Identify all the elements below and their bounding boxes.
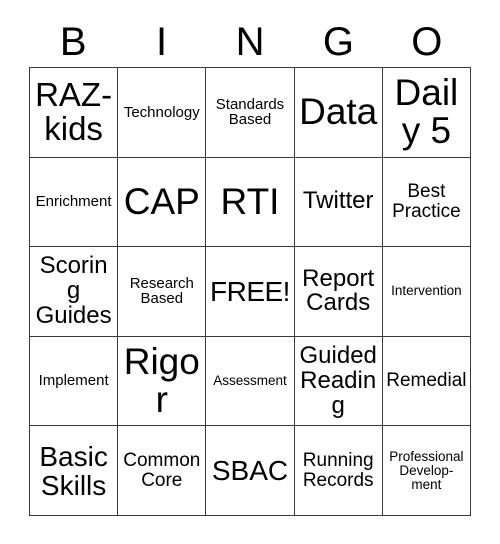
bingo-cell-label: Best Practice [392,181,461,222]
bingo-cell-label: Scoring Guides [35,252,112,329]
bingo-cell-b2[interactable]: Enrichment [30,157,119,248]
bingo-cell-b3[interactable]: Scoring Guides [30,247,119,337]
bingo-cell-i5[interactable]: Common Core [118,426,207,516]
bingo-cell-o3[interactable]: Intervention [382,247,471,337]
bingo-cell-b1[interactable]: RAZ-kids [30,68,119,158]
bingo-cell-i4[interactable]: Rigor [118,336,207,427]
bingo-cell-label: Basic Skills [39,440,108,501]
bingo-cell-label: Technology [123,103,200,121]
bingo-cell-n1[interactable]: Standards Based [206,68,295,158]
bingo-cell-i2[interactable]: CAP [118,157,207,248]
bingo-cell-g2[interactable]: Twitter [294,157,383,248]
bingo-cell-label: Common Core [123,449,201,491]
bingo-header-row: B I N G O [29,18,471,66]
bingo-cell-n4[interactable]: Assessment [206,336,295,427]
bingo-cell-n5[interactable]: SBAC [206,426,295,516]
bingo-cell-g1[interactable]: Data [294,68,383,158]
bingo-cell-label: Twitter [302,187,374,215]
bingo-cell-g5[interactable]: Running Records [294,426,383,516]
bingo-cell-b5[interactable]: Basic Skills [30,426,119,516]
bingo-cell-label: Standards Based [215,95,285,129]
bingo-cell-label: Remedial [386,370,467,392]
bingo-cell-label: Enrichment [35,193,112,211]
bingo-header-letter-b: B [59,20,87,64]
bingo-cell-label: Rigor [123,340,200,421]
bingo-card: B I N G O RAZ-kids Technology Standards … [0,0,500,544]
bingo-cell-o2[interactable]: Best Practice [382,157,471,248]
bingo-header-letter-g: G [322,20,354,64]
bingo-cell-o4[interactable]: Remedial [382,336,471,427]
bingo-cell-o1[interactable]: Daily 5 [382,68,471,158]
bingo-cell-label: RTI [220,180,280,222]
bingo-cell-g4[interactable]: Guided Reading [294,336,383,427]
bingo-cell-label: Intervention [391,283,462,299]
bingo-header-letter-o: O [411,20,443,64]
bingo-cell-label: CAP [123,180,200,222]
bingo-cell-label: Data [299,91,378,133]
bingo-header-letter-n: N [235,20,265,64]
bingo-cell-label: Report Cards [302,264,375,317]
bingo-cell-label: RAZ-kids [35,75,113,148]
bingo-cell-b4[interactable]: Implement [30,336,119,427]
bingo-cell-o5[interactable]: Professional Develop-ment [382,426,471,516]
bingo-cell-i1[interactable]: Technology [118,68,207,158]
bingo-cell-label: SBAC [211,455,289,487]
bingo-header-letter-i: I [156,20,168,64]
bingo-cell-label: FREE! [210,275,290,307]
bingo-cell-i3[interactable]: Research Based [118,247,207,337]
bingo-cell-label: Research Based [129,274,194,308]
bingo-cell-free-space[interactable]: FREE! [206,247,295,337]
bingo-cell-label: Assessment [213,373,287,389]
bingo-grid: RAZ-kids Technology Standards Based Data… [29,67,471,516]
bingo-cell-g3[interactable]: Report Cards [294,247,383,337]
bingo-cell-label: Professional Develop-ment [389,448,464,492]
bingo-cell-label: Guided Reading [299,341,377,419]
bingo-cell-label: Implement [38,372,109,390]
bingo-cell-label: Running Records [302,449,374,491]
bingo-cell-label: Daily 5 [394,71,459,152]
bingo-cell-n2[interactable]: RTI [206,157,295,248]
